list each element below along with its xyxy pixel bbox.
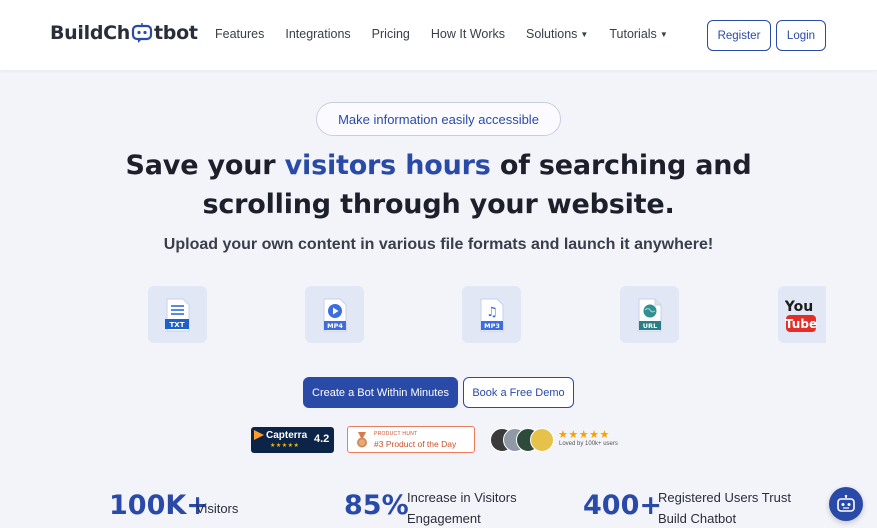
chatbot-launcher-button[interactable] <box>829 487 863 521</box>
nav-features[interactable]: Features <box>215 27 264 41</box>
headline-text: of searching and <box>490 150 752 181</box>
stat-visitors-value: 100K+ <box>109 490 209 521</box>
product-hunt-badge[interactable]: PRODUCT HUNT #3 Product of the Day <box>347 426 475 453</box>
caret-down-icon: ▼ <box>659 29 668 39</box>
url-label: URL <box>642 322 656 330</box>
nav-solutions-label: Solutions <box>525 27 578 41</box>
logo-text-start: BuildCh <box>50 22 131 44</box>
register-button[interactable]: Register <box>707 20 771 51</box>
ph-title: #3 Product of the Day <box>374 439 457 449</box>
ph-caption: PRODUCT HUNT <box>374 431 418 437</box>
tagline-pill: Make information easily accessible <box>316 102 561 136</box>
stat-users-label-line: Build Chatbot <box>658 511 737 526</box>
avatar <box>530 428 554 452</box>
mp4-file-icon: MP4 <box>323 298 346 331</box>
robot-icon <box>837 495 855 512</box>
loved-by-text: Loved by 100k+ users <box>559 441 618 447</box>
stat-users-value: 400+ <box>583 490 662 521</box>
nav-tutorials-dropdown[interactable]: Tutorials ▼ <box>609 27 667 41</box>
capterra-flag-icon <box>254 430 264 440</box>
format-card-mp4: MP4 <box>305 286 364 343</box>
svg-text:♫: ♫ <box>486 305 498 320</box>
format-card-mp3: ♫ MP3 <box>462 286 521 343</box>
nav-integrations-label: Integrations <box>285 27 351 41</box>
main-nav: Features Integrations Pricing How It Wor… <box>215 27 689 41</box>
nav-tutorials-label: Tutorials <box>609 27 657 41</box>
logo-text-end: tbot <box>154 22 198 44</box>
mp4-label: MP4 <box>327 322 343 330</box>
stat-users-label-line: Registered Users Trust <box>658 490 791 505</box>
hero-headline: Save your visitors hours of searching an… <box>0 146 877 224</box>
caret-down-icon: ▼ <box>580 29 589 39</box>
medal-icon <box>357 432 367 448</box>
mp3-file-icon: ♫ MP3 <box>480 298 503 331</box>
mp3-label: MP3 <box>484 322 500 330</box>
book-demo-button[interactable]: Book a Free Demo <box>463 377 574 408</box>
stat-engagement-label-line: Engagement <box>407 511 481 526</box>
chat-bubble-logo-icon <box>131 23 153 43</box>
login-button[interactable]: Login <box>776 20 826 51</box>
txt-label: TXT <box>169 321 184 329</box>
user-rating-stars: ★★★★★ <box>558 429 610 441</box>
stat-users-label: Registered Users Trust Build Chatbot <box>658 487 791 528</box>
headline-accent: visitors hours <box>284 150 491 181</box>
headline-text: Save your <box>125 150 285 181</box>
format-card-url: URL <box>620 286 679 343</box>
nav-how-it-works[interactable]: How It Works <box>431 27 505 41</box>
nav-pricing[interactable]: Pricing <box>372 27 410 41</box>
stat-visitors-label: Visitors <box>196 501 239 516</box>
nav-solutions-dropdown[interactable]: Solutions ▼ <box>526 27 588 41</box>
stat-engagement-label: Increase in Visitors Engagement <box>407 487 517 528</box>
url-file-icon: URL <box>638 298 661 331</box>
user-avatars <box>490 428 558 452</box>
capterra-badge[interactable]: Capterra ★★★★★ 4.2 <box>251 427 334 453</box>
format-card-txt: TXT <box>148 286 207 343</box>
stat-engagement-label-line: Increase in Visitors <box>407 490 517 505</box>
headline-line-2: scrolling through your website. <box>202 189 675 220</box>
youtube-label-bottom: Tube <box>785 317 817 331</box>
youtube-label-top: You <box>785 299 813 315</box>
stat-engagement-value: 85% <box>344 490 409 521</box>
format-card-youtube: You Tube <box>778 286 826 343</box>
txt-file-icon: TXT <box>164 298 189 331</box>
create-bot-button[interactable]: Create a Bot Within Minutes <box>303 377 458 408</box>
headline-line-1: Save your visitors hours of searching an… <box>0 146 877 185</box>
capterra-rating: 4.2 <box>314 433 330 445</box>
brand-logo[interactable]: BuildCh tbot <box>50 22 198 44</box>
capterra-stars: ★★★★★ <box>270 443 300 449</box>
nav-integrations[interactable]: Integrations <box>285 27 350 41</box>
hero-subheading: Upload your own content in various file … <box>163 236 714 253</box>
youtube-icon: You Tube <box>785 299 817 332</box>
nav-how-it-works-label: How It Works <box>430 27 505 41</box>
site-header: BuildCh tbot Features Integrations Prici… <box>0 0 877 70</box>
capterra-name: Capterra <box>266 430 308 441</box>
nav-pricing-label: Pricing <box>371 27 410 41</box>
nav-features-label: Features <box>215 27 265 41</box>
